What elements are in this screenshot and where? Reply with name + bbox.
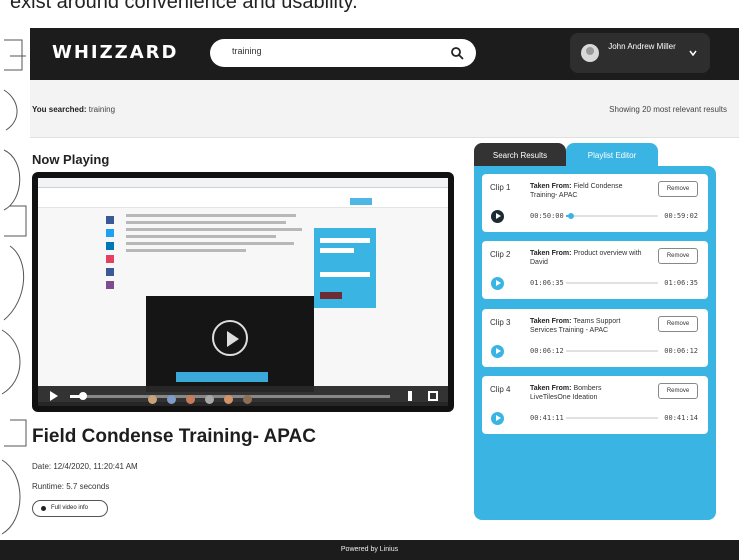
video-runtime: Runtime: 5.7 seconds xyxy=(32,482,110,491)
now-playing-heading: Now Playing xyxy=(32,152,110,167)
margin-doodle xyxy=(0,0,30,560)
video-text-lines xyxy=(126,214,306,256)
clip-label: Clip 1 xyxy=(490,183,511,192)
tab-playlist-editor[interactable]: Playlist Editor xyxy=(566,143,658,168)
clip-from-label: Taken From: xyxy=(530,183,572,190)
clip-play-icon[interactable] xyxy=(491,277,504,290)
app-logo[interactable]: WHIZZARD xyxy=(52,42,178,63)
clip-end-time: 00:06:12 xyxy=(664,347,698,355)
clip-progress-bar[interactable] xyxy=(566,350,658,352)
remove-clip-button[interactable]: Remove xyxy=(658,248,698,264)
search-icon[interactable] xyxy=(450,46,464,60)
video-title: Field Condense Training- APAC xyxy=(32,426,316,447)
clip-from-label: Taken From: xyxy=(530,385,572,392)
clip-from-label: Taken From: xyxy=(530,250,572,257)
video-date: Date: 12/4/2020, 11:20:41 AM xyxy=(32,462,138,471)
remove-clip-button[interactable]: Remove xyxy=(658,181,698,197)
clip-label: Clip 3 xyxy=(490,318,511,327)
clip-start-time: 00:41:11 xyxy=(530,414,564,422)
tab-search-results[interactable]: Search Results xyxy=(474,143,566,168)
clip-play-icon[interactable] xyxy=(491,210,504,223)
embedded-video xyxy=(146,296,314,392)
participant-avatars xyxy=(148,391,262,409)
remove-clip-button[interactable]: Remove xyxy=(658,316,698,332)
clip-end-time: 00:41:14 xyxy=(664,414,698,422)
video-share-icons xyxy=(106,216,114,294)
clip-label: Clip 4 xyxy=(490,385,511,394)
fullscreen-icon[interactable] xyxy=(428,391,438,401)
full-video-info-button[interactable]: Full video info xyxy=(32,500,108,517)
video-browser-address xyxy=(38,178,448,188)
results-count: Showing 20 most relevant results xyxy=(609,105,727,114)
footer: Powered by Linius xyxy=(0,540,739,560)
avatar xyxy=(581,44,599,62)
clip-source: Taken From: Field Condense Training- APA… xyxy=(530,182,642,200)
clip-start-time: 00:06:12 xyxy=(530,347,564,355)
clip-source: Taken From: Bombers LiveTilesOne Ideatio… xyxy=(530,384,642,402)
clip-progress-bar[interactable] xyxy=(566,213,658,219)
playlist-editor-panel: Clip 1 Taken From: Field Condense Traini… xyxy=(474,166,716,520)
clip-start-time: 01:06:35 xyxy=(530,279,564,287)
clip-label: Clip 2 xyxy=(490,250,511,259)
volume-icon[interactable] xyxy=(408,391,418,401)
user-name: John Andrew Miller xyxy=(608,42,676,51)
clip-card: Clip 1 Taken From: Field Condense Traini… xyxy=(482,174,708,232)
info-icon xyxy=(41,506,46,511)
caption-text: exist around convenience and usability. xyxy=(10,0,358,13)
results-bar: You searched: training Showing 20 most r… xyxy=(30,80,739,138)
player-controls xyxy=(38,386,448,406)
top-header: WHIZZARD training John Andrew Miller xyxy=(30,28,739,80)
video-site-nav xyxy=(38,196,448,208)
chevron-down-icon[interactable] xyxy=(688,48,698,58)
clip-play-icon[interactable] xyxy=(491,345,504,358)
clip-play-icon[interactable] xyxy=(491,412,504,425)
full-video-info-label: Full video info xyxy=(51,505,89,511)
searched-label: You searched: xyxy=(32,105,87,114)
search-box[interactable]: training xyxy=(210,39,476,67)
search-input[interactable]: training xyxy=(232,46,262,56)
video-player[interactable] xyxy=(32,172,454,412)
clip-progress-handle[interactable] xyxy=(567,213,574,219)
play-icon xyxy=(212,320,248,356)
clip-card: Clip 4 Taken From: Bombers LiveTilesOne … xyxy=(482,376,708,434)
clip-card: Clip 2 Taken From: Product overview with… xyxy=(482,241,708,299)
clip-card: Clip 3 Taken From: Teams Support Service… xyxy=(482,309,708,367)
clip-end-time: 00:59:02 xyxy=(664,212,698,220)
remove-clip-button[interactable]: Remove xyxy=(658,383,698,399)
search-summary: You searched: training xyxy=(32,105,115,114)
clip-progress-bar[interactable] xyxy=(566,417,658,419)
video-subscribe-box xyxy=(314,228,376,308)
embedded-cta xyxy=(176,372,268,382)
clip-source: Taken From: Product overview with David xyxy=(530,249,642,267)
clip-end-time: 01:06:35 xyxy=(664,279,698,287)
user-menu[interactable]: John Andrew Miller xyxy=(570,33,710,73)
clip-from-label: Taken From: xyxy=(530,318,572,325)
video-screen-content xyxy=(38,196,448,402)
clip-progress-bar[interactable] xyxy=(566,282,658,284)
video-site-button xyxy=(350,198,372,205)
clip-source: Taken From: Teams Support Services Train… xyxy=(530,317,642,335)
video-frame xyxy=(38,178,448,402)
seek-handle[interactable] xyxy=(78,392,87,400)
play-button[interactable] xyxy=(50,391,58,401)
searched-query: training xyxy=(88,105,116,114)
clip-start-time: 00:50:00 xyxy=(530,212,564,220)
